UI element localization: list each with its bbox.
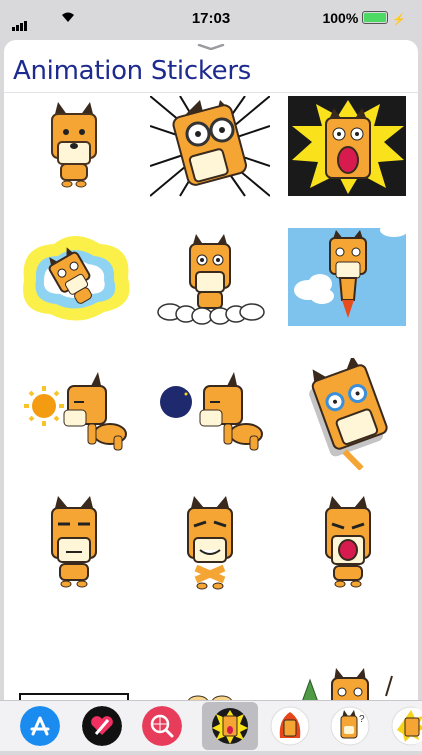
sticker-dog-bored[interactable] [14,488,134,600]
dog-sticker-image [309,355,388,471]
sticker-dog-grin[interactable] [150,488,270,600]
sticker-dog-tree[interactable] [288,616,408,700]
sticker-pack-more[interactable] [388,706,422,746]
sticker-dog-dizzy-cloud[interactable] [14,226,134,338]
sticker-pack-question[interactable]: ? [330,706,370,746]
digital-touch-icon[interactable] [82,706,122,746]
status-bar: 17:03 100% ⚡ [0,0,422,38]
sheet-grabber-icon[interactable] [197,44,225,50]
title-divider [4,92,418,93]
dog-sticker-image [51,496,97,588]
dog-sticker-image [188,695,232,700]
dog-sticker-image [302,668,393,700]
battery-icon [362,11,389,24]
sticker-dog-on-clouds[interactable] [150,226,270,338]
dog-sticker-image [288,96,406,196]
dog-sticker-image [160,372,263,451]
app-store-icon[interactable] [20,706,60,746]
dog-sticker-image [325,496,371,588]
sticker-dog-yelling[interactable] [288,488,408,600]
sticker-pack-selected[interactable] [202,702,258,750]
sticker-dog-sleepy-moon[interactable] [150,358,270,470]
battery-indicator: 100% ⚡ [322,10,406,26]
sheet-title: Animation Stickers [13,56,251,86]
app-drawer: ? [0,700,422,751]
sticker-dog-glasses-burst[interactable] [149,95,271,208]
charging-icon: ⚡ [392,14,406,26]
sticker-dog-rocket-sky[interactable] [288,223,408,338]
dog-sticker-image [187,496,233,590]
sticker-dog-shouting-lightning[interactable] [288,96,408,208]
svg-text:?: ? [359,714,365,725]
sticker-pack-lightning-icon [212,708,248,744]
sticker-sheet: Animation Stickers [4,40,418,700]
sticker-dog-standing[interactable] [14,96,134,208]
sticker-dog-crying-tilt[interactable] [288,355,408,471]
dog-sticker-image [51,102,97,188]
battery-percent: 100% [322,10,359,26]
sticker-dog-sleepy-sun[interactable] [14,358,134,470]
dog-sticker-image [149,95,271,197]
web-images-search-icon[interactable] [142,706,182,746]
sticker-dog-propeller[interactable] [150,616,270,700]
dog-sticker-image [288,223,408,326]
dog-sticker-image: OK [19,693,129,700]
dog-sticker-image [23,236,130,321]
dog-sticker-image [24,372,127,451]
sticker-ok-sign[interactable]: OK [14,616,134,700]
dog-sticker-image [157,234,265,325]
sticker-pack-fire[interactable] [270,706,310,746]
